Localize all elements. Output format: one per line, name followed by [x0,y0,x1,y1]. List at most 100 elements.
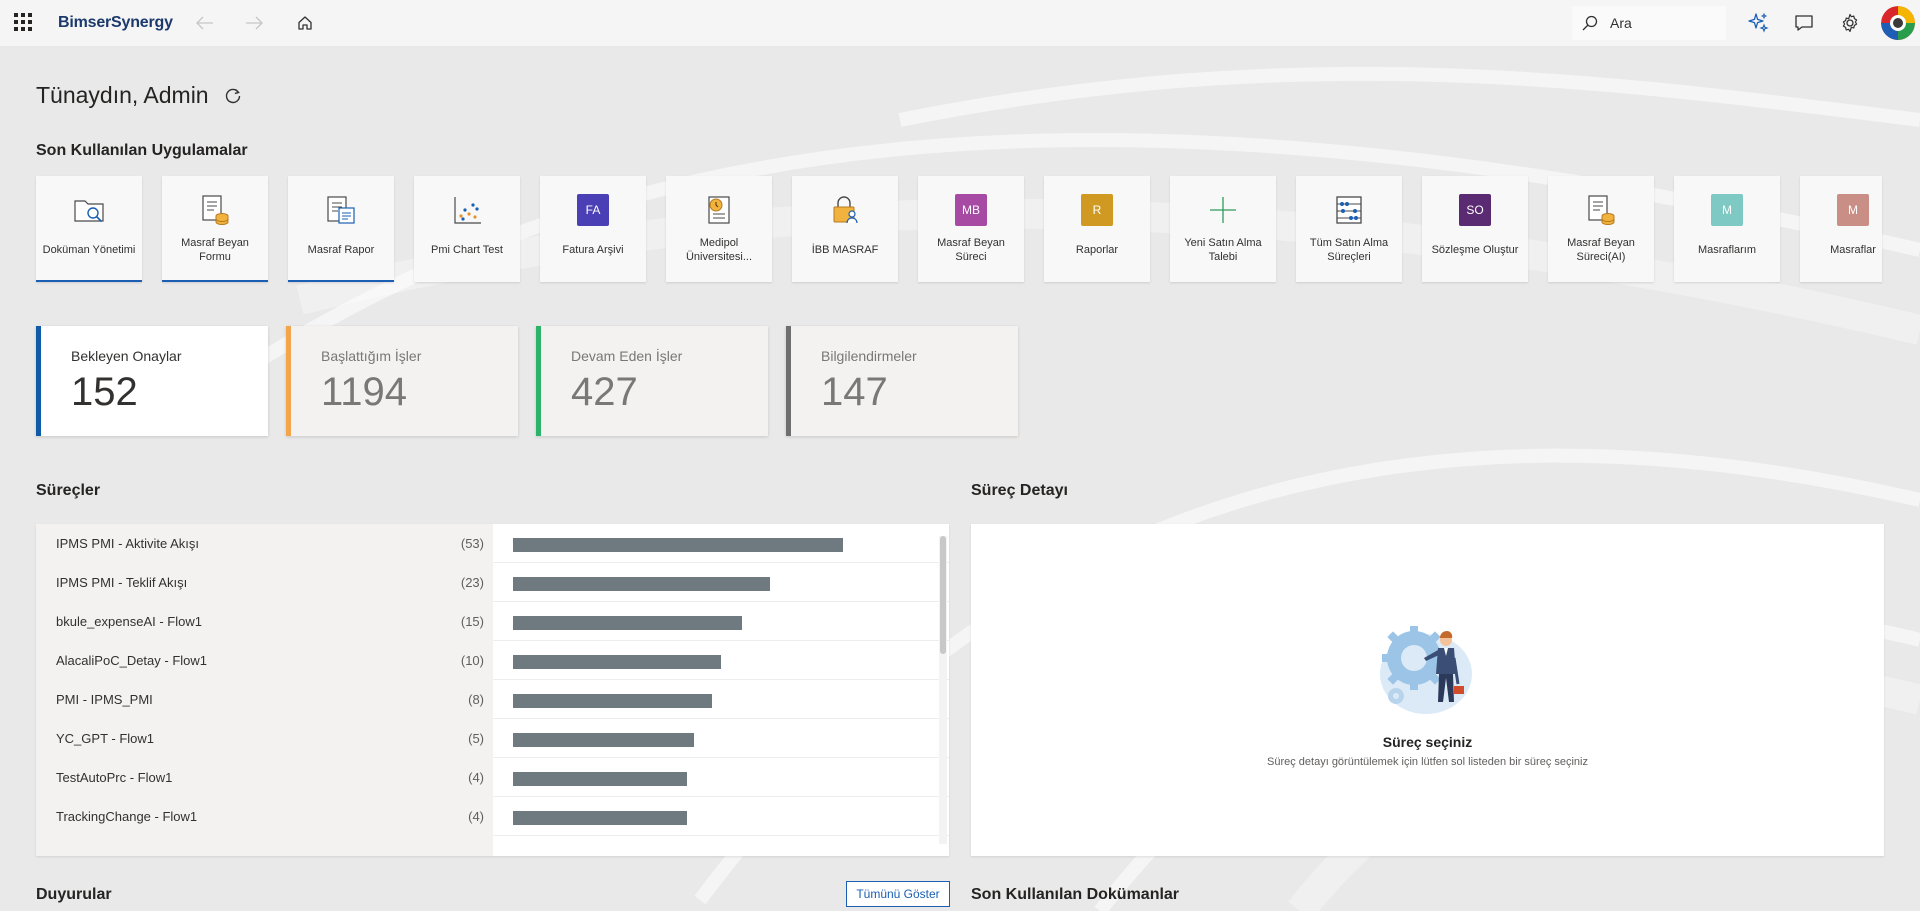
app-tile-label: Raporlar [1075,244,1119,256]
process-count: (10) [460,653,484,668]
app-tile-label: Medipol Üniversitesi... [685,237,753,263]
stat-card-started-tasks[interactable]: Başlattığım İşler 1194 [286,326,518,436]
refresh-icon[interactable] [223,86,243,106]
app-tile-label: Masraf Beyan Süreci(AI) [1567,237,1635,263]
lock-user-icon [829,194,861,226]
sozlesme-olustur-initials-icon: SO [1459,194,1491,226]
app-tile-masraflarim[interactable]: M Masraflarım [1674,176,1780,282]
process-scroll-thumb[interactable] [940,536,946,654]
recent-apps-title: Son Kullanılan Uygulamalar [36,142,248,159]
masraflarim-initials-icon: M [1711,194,1743,226]
process-name: PMI - IPMS_PMI [36,680,493,719]
app-tile-label: Masraflarım [1697,244,1757,256]
app-tile-fatura-arsivi[interactable]: FA Fatura Arşivi [540,176,646,282]
app-tile-label: Tüm Satın Alma Süreçleri [1309,237,1389,263]
stat-card-notifications[interactable]: Bilgilendirmeler 147 [786,326,1018,436]
process-row[interactable]: YC_GPT - Flow1 (5) [36,719,949,758]
search-icon [1582,15,1598,31]
stat-title: Bilgilendirmeler [821,348,917,364]
app-tile-ibb-masraf[interactable]: İBB MASRAF [792,176,898,282]
processes-title: Süreçler [36,482,101,499]
stat-card-ongoing-tasks[interactable]: Devam Eden İşler 427 [536,326,768,436]
app-tile-label: Pmi Chart Test [431,244,503,256]
stat-value: 152 [71,370,138,414]
process-name: YC_GPT - Flow1 [36,719,493,758]
process-count: (23) [460,575,484,590]
announcements-title: Duyurular [36,886,112,903]
fatura-arsivi-initials-icon: FA [577,194,609,226]
back-arrow-icon[interactable] [193,11,217,35]
stats-row: Bekleyen Onaylar 152 Başlattığım İşler 1… [36,326,1036,436]
app-tile-masraf-rapor[interactable]: Masraf Rapor [288,176,394,282]
app-tile-label: Masraf Beyan Süreci [937,237,1005,263]
process-row[interactable]: PMI - IPMS_PMI (8) [36,680,949,719]
process-bar [513,811,687,825]
form-coins-icon [1585,194,1617,226]
process-row[interactable]: TrackingChange - Flow1 (4) [36,797,949,836]
process-row[interactable]: IPMS PMI - Teklif Akışı (23) [36,563,949,602]
processes-panel: IPMS PMI - Aktivite Akışı (53) IPMS PMI … [36,524,949,856]
process-row[interactable]: AlacaliPoC_Detay - Flow1 (10) [36,641,949,680]
ai-sparkle-icon[interactable] [1747,12,1769,34]
stat-card-pending-approvals[interactable]: Bekleyen Onaylar 152 [36,326,268,436]
greeting-text: Tünaydın, Admin [36,82,209,108]
show-all-button[interactable]: Tümünü Göster [846,881,950,907]
process-count: (4) [468,809,484,824]
raporlar-initials-icon: R [1081,194,1113,226]
process-row[interactable]: TestAutoPrc - Flow1 (4) [36,758,949,797]
process-name: bkule_expenseAI - Flow1 [36,602,493,641]
process-count: (53) [460,536,484,551]
search-input[interactable] [1610,15,1710,31]
process-detail-panel: Süreç seçiniz Süreç detayı görüntülemek … [971,524,1884,856]
app-tile-sozlesme-olustur[interactable]: SO Sözleşme Oluştur [1422,176,1528,282]
app-launcher-icon[interactable] [14,13,32,31]
app-tile-yeni-satin-alma-talebi[interactable]: Yeni Satın Alma Talebi [1170,176,1276,282]
app-tile-masraf-beyan-sureci-ai[interactable]: Masraf Beyan Süreci(AI) [1548,176,1654,282]
top-bar: BimserSynergy [0,0,1920,46]
gear-icon[interactable] [1839,12,1861,34]
process-name: IPMS PMI - Aktivite Akışı [36,524,493,563]
person-gear-illustration [1380,626,1472,714]
greeting-heading: Tünaydın, Admin [36,82,243,109]
process-row[interactable]: bkule_expenseAI - Flow1 (15) [36,602,949,641]
report-icon [325,194,357,226]
forward-arrow-icon[interactable] [242,11,266,35]
app-tile-pmi-chart-test[interactable]: Pmi Chart Test [414,176,520,282]
abacus-icon [1333,194,1365,226]
process-name-partial [36,836,493,856]
search-box[interactable] [1572,6,1726,40]
masraflar-initials-icon: M [1837,194,1869,226]
chart-icon [451,194,483,226]
process-bar [513,733,694,747]
app-tile-label: Masraf Rapor [307,244,375,256]
app-tile-label: Yeni Satın Alma Talebi [1184,237,1262,263]
app-tile-tum-satin-alma-surecleri[interactable]: Tüm Satın Alma Süreçleri [1296,176,1402,282]
doc-clock-icon [703,194,735,226]
app-tile-dokuman-yonetimi[interactable]: Doküman Yönetimi [36,176,142,282]
app-tile-label: Fatura Arşivi [562,244,624,256]
stat-value: 147 [821,370,888,414]
avatar[interactable] [1881,6,1915,40]
main-content: Tünaydın, Admin Son Kullanılan Uygulamal… [0,46,1920,911]
chat-icon[interactable] [1793,12,1815,34]
app-tile-masraf-beyan-formu[interactable]: Masraf Beyan Formu [162,176,268,282]
app-tile-label: Doküman Yönetimi [42,244,136,256]
process-row[interactable]: IPMS PMI - Aktivite Akışı (53) [36,524,949,563]
app-tile-label: Sözleşme Oluştur [1431,244,1519,256]
masraf-beyan-sureci-initials-icon: MB [955,194,987,226]
app-tile-label: İBB MASRAF [811,244,879,256]
app-tile-medipol[interactable]: Medipol Üniversitesi... [666,176,772,282]
app-tile-masraf-beyan-sureci[interactable]: MB Masraf Beyan Süreci [918,176,1024,282]
process-bar [513,694,712,708]
app-tile-raporlar[interactable]: R Raporlar [1044,176,1150,282]
stat-value: 427 [571,370,638,414]
home-icon[interactable] [293,11,317,35]
app-tile-label: Masraf Beyan Formu [181,237,249,263]
process-count: (15) [460,614,484,629]
folder-search-icon [73,194,105,226]
process-name: IPMS PMI - Teklif Akışı [36,563,493,602]
app-tile-masraflar[interactable]: M Masraflar [1800,176,1882,282]
process-bar [513,538,843,552]
brand-title[interactable]: BimserSynergy [58,14,173,32]
process-row-partial[interactable] [36,836,949,856]
